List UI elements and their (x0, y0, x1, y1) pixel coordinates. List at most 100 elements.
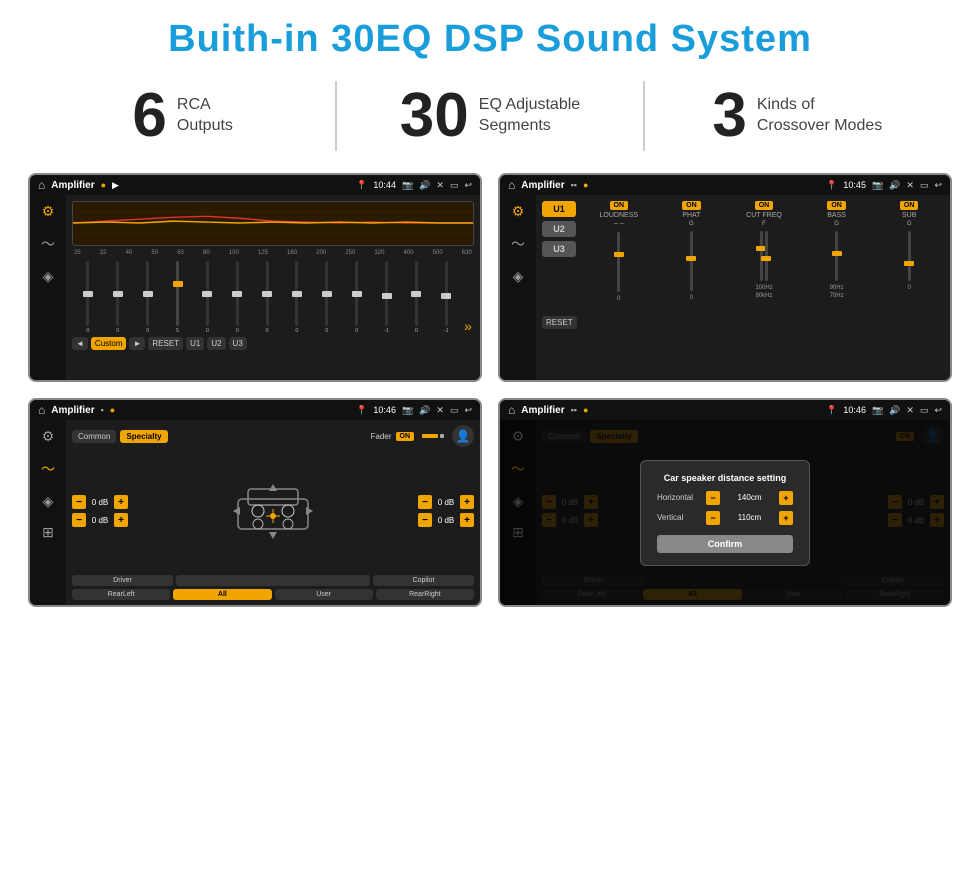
fader-db-val-2: 0 dB (89, 516, 111, 525)
dialog-x-icon: ✕ (906, 405, 914, 416)
eq-sidebar-equalizer-icon[interactable]: ⚙ (42, 203, 55, 220)
eq-u3-button[interactable]: U3 (229, 337, 247, 350)
crossover-u3-button[interactable]: U3 (542, 241, 576, 257)
fader-common-tab[interactable]: Common (72, 430, 116, 443)
eq-slider-7[interactable]: 0 (253, 259, 281, 334)
fader-minus-3[interactable]: − (418, 495, 432, 509)
crossover-top: U1 U2 U3 ON LOUDNESS ~~ (542, 201, 944, 304)
crossover-presets: U1 U2 U3 (542, 201, 580, 304)
fader-dots: ▪ (101, 405, 104, 415)
dialog-vertical-plus[interactable]: + (779, 511, 793, 525)
crossover-u2-button[interactable]: U2 (542, 221, 576, 237)
loudness-on-badge: ON (610, 201, 629, 210)
fader-tab-row: Common Specialty Fader ON 👤 (72, 425, 474, 447)
eq-next-button[interactable]: ► (129, 337, 145, 350)
bass-slider[interactable] (835, 231, 838, 281)
eq-prev-button[interactable]: ◄ (72, 337, 88, 350)
fader-specialty-tab[interactable]: Specialty (120, 430, 167, 443)
eq-slider-12[interactable]: 0 (402, 259, 430, 334)
dialog-confirm-button[interactable]: Confirm (657, 535, 793, 553)
fader-rearright-button[interactable]: RearRight (376, 589, 474, 600)
eq-slider-5[interactable]: 0 (193, 259, 221, 334)
eq-sidebar-speaker-icon[interactable]: ◈ (43, 268, 54, 285)
fader-sidebar-wave-icon[interactable]: 〜 (41, 459, 55, 479)
eq-main-area: 25 32 40 50 63 80 100 125 160 200 250 32… (66, 195, 480, 380)
dialog-app-name: Amplifier (521, 405, 564, 416)
eq-u2-button[interactable]: U2 (207, 337, 225, 350)
fader-sidebar-eq-icon[interactable]: ⚙ (42, 428, 55, 445)
fader-minus-4[interactable]: − (418, 513, 432, 527)
fader-minus-2[interactable]: − (72, 513, 86, 527)
crossover-u1-button[interactable]: U1 (542, 201, 576, 217)
screen-fader: ⌂ Amplifier ▪ ● 📍 10:46 📷 🔊 ✕ ▭ ↩ ⚙ 〜 ◈ … (28, 398, 482, 607)
phat-slider[interactable] (690, 231, 693, 291)
eq-reset-button[interactable]: RESET (148, 337, 183, 350)
crossover-reset-button[interactable]: RESET (542, 316, 577, 329)
cutfreq-label: CUT FREQ (746, 212, 782, 219)
fader-user-button[interactable]: User (275, 589, 373, 600)
fader-db-val-3: 0 dB (435, 498, 457, 507)
crossover-sidebar-wave-icon[interactable]: 〜 (511, 234, 525, 254)
fader-minus-1[interactable]: − (72, 495, 86, 509)
crossover-sidebar: ⚙ 〜 ◈ (500, 195, 536, 380)
screen-crossover: ⌂ Amplifier ▪▪ ● 📍 10:45 📷 🔊 ✕ ▭ ↩ ⚙ 〜 ◈… (498, 173, 952, 382)
fader-plus-4[interactable]: + (460, 513, 474, 527)
loudness-slider[interactable] (617, 232, 620, 292)
eq-more-arrow[interactable]: » (462, 318, 472, 334)
freq-80: 80 (203, 250, 210, 256)
cutfreq-slider-g[interactable] (765, 231, 768, 281)
fader-copilot-button[interactable]: Copilot (373, 575, 474, 586)
stat-rca-line2: Outputs (177, 116, 233, 137)
dialog-vertical-control: − 110cm + (706, 511, 793, 525)
eq-slider-3[interactable]: 0 (134, 259, 162, 334)
eq-u1-button[interactable]: U1 (186, 337, 204, 350)
dialog-vertical-minus[interactable]: − (706, 511, 720, 525)
fader-home-icon: ⌂ (38, 403, 45, 417)
dialog-vol-icon: 🔊 (889, 405, 900, 416)
fader-plus-3[interactable]: + (460, 495, 474, 509)
fader-plus-2[interactable]: + (114, 513, 128, 527)
eq-slider-1[interactable]: 0 (74, 259, 102, 334)
crossover-sidebar-speaker-icon[interactable]: ◈ (513, 268, 524, 285)
fader-back-icon: ↩ (464, 405, 472, 416)
eq-slider-9[interactable]: 0 (313, 259, 341, 334)
eq-custom-button[interactable]: Custom (91, 337, 127, 350)
freq-50: 50 (151, 250, 158, 256)
screen-dialog: ⌂ Amplifier ▪▪ ● 📍 10:46 📷 🔊 ✕ ▭ ↩ ⚙ 〜 ◈… (498, 398, 952, 607)
dialog-horizontal-minus[interactable]: − (706, 491, 720, 505)
fader-all-button[interactable]: All (173, 589, 271, 600)
screenshots-grid: ⌂ Amplifier ● ▶ 📍 10:44 📷 🔊 ✕ ▭ ↩ ⚙ 〜 ◈ (0, 165, 980, 623)
dialog-horizontal-plus[interactable]: + (779, 491, 793, 505)
eq-sidebar-wave-icon[interactable]: 〜 (41, 234, 55, 254)
eq-slider-2[interactable]: 0 (104, 259, 132, 334)
freq-25: 25 (74, 250, 81, 256)
fader-plus-1[interactable]: + (114, 495, 128, 509)
freq-63: 63 (177, 250, 184, 256)
eq-slider-11[interactable]: -1 (373, 259, 401, 334)
eq-slider-13[interactable]: -1 (432, 259, 460, 334)
fader-time: 10:46 (373, 405, 396, 415)
eq-slider-4[interactable]: 5 (164, 259, 192, 334)
crossover-loudness: ON LOUDNESS ~~ 0 (584, 201, 654, 304)
eq-slider-10[interactable]: 0 (343, 259, 371, 334)
fader-sidebar-speaker-icon[interactable]: ◈ (43, 493, 54, 510)
crossover-app-name: Amplifier (521, 180, 564, 191)
fader-rearleft-button[interactable]: RearLeft (72, 589, 170, 600)
fader-settings-icon[interactable]: 👤 (452, 425, 474, 447)
fader-driver-button[interactable]: Driver (72, 575, 173, 586)
crossover-dot: ● (583, 180, 588, 190)
crossover-camera-icon: 📷 (872, 180, 883, 191)
stat-eq-line2: Segments (479, 116, 580, 137)
eq-play: ▶ (112, 180, 119, 191)
crossover-phat: ON PHAT G 0 (657, 201, 727, 304)
fader-sidebar-vol-icon[interactable]: ⊞ (42, 524, 54, 541)
fader-db-control-3: − 0 dB + (418, 495, 474, 509)
crossover-cutfreq: ON CUT FREQ F 100Hz 80kHz (729, 201, 799, 304)
stat-rca: 6 RCA Outputs (60, 85, 305, 147)
crossover-sidebar-eq-icon[interactable]: ⚙ (512, 203, 525, 220)
eq-slider-8[interactable]: 0 (283, 259, 311, 334)
sub-slider[interactable] (908, 231, 911, 281)
fader-db-control-4: − 0 dB + (418, 513, 474, 527)
stat-crossover: 3 Kinds of Crossover Modes (675, 85, 920, 147)
eq-slider-6[interactable]: 0 (223, 259, 251, 334)
